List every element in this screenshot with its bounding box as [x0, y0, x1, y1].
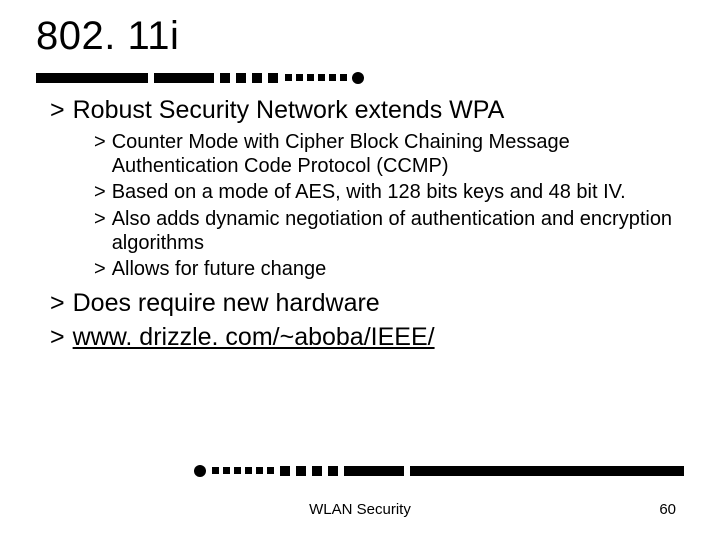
bullet-level2: > Based on a mode of AES, with 128 bits …	[94, 180, 684, 204]
bullet-level2: > Also adds dynamic negotiation of authe…	[94, 207, 684, 256]
bullet-text: Robust Security Network extends WPA	[73, 95, 505, 126]
chevron-right-icon: >	[50, 322, 65, 353]
bullet-text: Also adds dynamic negotiation of authent…	[112, 207, 684, 256]
bullet-level2: > Allows for future change	[94, 257, 684, 281]
footer-title: WLAN Security	[0, 501, 720, 518]
bullet-link-text: www. drizzle. com/~aboba/IEEE/	[73, 322, 435, 353]
decor-bottom	[36, 464, 684, 478]
decor-top	[36, 71, 684, 85]
bullet-level2: > Counter Mode with Cipher Block Chainin…	[94, 130, 684, 179]
chevron-right-icon: >	[94, 257, 106, 281]
content: > Robust Security Network extends WPA > …	[36, 95, 684, 353]
sub-bullets: > Counter Mode with Cipher Block Chainin…	[50, 130, 684, 282]
page-number: 60	[659, 501, 676, 518]
slide: 802. 11i > Robust Security Network exten…	[0, 0, 720, 540]
bullet-text: Counter Mode with Cipher Block Chaining …	[112, 130, 684, 179]
chevron-right-icon: >	[50, 95, 65, 126]
chevron-right-icon: >	[94, 130, 106, 179]
bullet-level1: > www. drizzle. com/~aboba/IEEE/	[50, 322, 684, 353]
slide-title: 802. 11i	[36, 14, 684, 59]
bullet-text: Based on a mode of AES, with 128 bits ke…	[112, 180, 626, 204]
chevron-right-icon: >	[94, 180, 106, 204]
chevron-right-icon: >	[50, 288, 65, 319]
bullet-level1: > Robust Security Network extends WPA	[50, 95, 684, 126]
chevron-right-icon: >	[94, 207, 106, 256]
bullet-text: Does require new hardware	[73, 288, 380, 319]
bullet-text: Allows for future change	[112, 257, 327, 281]
bullet-level1: > Does require new hardware	[50, 288, 684, 319]
